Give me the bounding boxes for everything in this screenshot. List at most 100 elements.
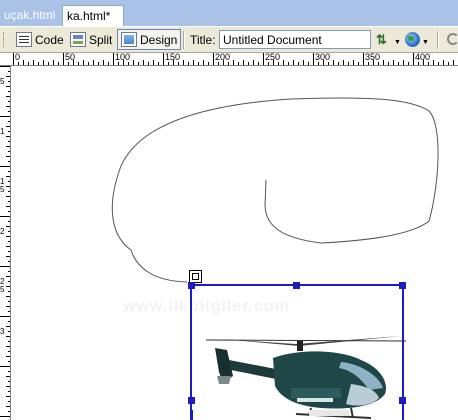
- design-canvas[interactable]: www.ilkbilgiler.com: [11, 66, 458, 420]
- ruler-tick: [288, 62, 289, 65]
- ruler-tick: [228, 62, 229, 65]
- resize-handle-top-left[interactable]: [188, 282, 195, 289]
- ruler-tick: [8, 91, 10, 92]
- ruler-tick: [8, 221, 10, 222]
- code-view-icon: [16, 32, 32, 47]
- ruler-tick: [438, 62, 439, 65]
- ruler-label: 0: [15, 53, 21, 62]
- ruler-tick: [8, 391, 10, 392]
- ruler-tick: [333, 60, 334, 65]
- ruler-tick: [6, 136, 10, 137]
- ruler-tick: [0, 66, 10, 67]
- ruler-tick: [58, 62, 59, 65]
- ruler-tick: [253, 60, 254, 65]
- ruler-tick: [143, 60, 144, 65]
- ruler-label: 5: [0, 77, 5, 86]
- code-view-label: Code: [35, 32, 64, 47]
- ruler-tick: [6, 236, 10, 237]
- ruler-tick: [403, 60, 404, 65]
- ruler-tick: [63, 53, 64, 65]
- ruler-tick: [0, 266, 10, 267]
- ruler-tick: [8, 151, 10, 152]
- design-view-button[interactable]: Design: [117, 29, 182, 50]
- ruler-tick: [6, 176, 10, 177]
- ruler-tick: [263, 53, 264, 65]
- document-title-input[interactable]: [219, 30, 371, 49]
- split-view-button[interactable]: Split: [66, 29, 116, 50]
- ruler-tick: [138, 62, 139, 65]
- ruler-tick: [108, 62, 109, 65]
- ruler-tick: [183, 60, 184, 65]
- ruler-label: 250: [265, 53, 281, 62]
- ruler-tick: [8, 271, 10, 272]
- ruler-tick: [278, 62, 279, 65]
- ruler-tick: [43, 60, 44, 65]
- ruler-tick: [258, 62, 259, 65]
- ruler-tick: [68, 62, 69, 65]
- vertical-ruler: 5 1 1 5 2 2 5 3: [0, 66, 11, 420]
- code-view-button[interactable]: Code: [12, 29, 68, 50]
- ruler-label: 100: [115, 53, 131, 62]
- ruler-tick: [8, 211, 10, 212]
- ruler-label: 2: [0, 227, 5, 236]
- split-view-label: Split: [89, 32, 113, 47]
- ruler-tick: [413, 53, 414, 65]
- ruler-tick: [393, 60, 394, 65]
- ruler-tick: [418, 62, 419, 65]
- ruler-tick: [53, 60, 54, 65]
- ruler-tick: [6, 386, 10, 387]
- ruler-tick: [398, 62, 399, 65]
- file-management-icon[interactable]: ⇅: [376, 31, 387, 49]
- ruler-tick: [33, 60, 34, 65]
- ruler-label: 300: [315, 53, 331, 62]
- ruler-tick: [6, 376, 10, 377]
- ruler-tick: [0, 366, 10, 367]
- ruler-tick: [328, 62, 329, 65]
- resize-handle-top-right[interactable]: [399, 282, 406, 289]
- ruler-tick: [13, 53, 14, 65]
- ruler-tick: [6, 336, 10, 337]
- chevron-down-icon[interactable]: ▼: [394, 39, 401, 46]
- ruler-tick: [8, 261, 10, 262]
- tab-ka-html[interactable]: ka.html*: [62, 5, 124, 27]
- ruler-tick: [443, 60, 444, 65]
- ruler-tick: [358, 62, 359, 65]
- ruler-tick: [23, 60, 24, 65]
- resize-handle-top[interactable]: [293, 282, 300, 289]
- ruler-tick: [8, 311, 10, 312]
- preview-in-browser-icon[interactable]: [405, 32, 420, 47]
- ruler-tick: [203, 60, 204, 65]
- ruler-tick: [6, 356, 10, 357]
- ruler-tick: [353, 60, 354, 65]
- toolbar-grip[interactable]: [3, 32, 6, 48]
- ruler-tick: [28, 62, 29, 65]
- ruler-tick: [6, 126, 10, 127]
- ruler-tick: [378, 62, 379, 65]
- document-tab-bar: uçak.html ka.html*: [0, 0, 458, 27]
- ruler-tick: [6, 326, 10, 327]
- ruler-tick: [248, 62, 249, 65]
- ruler-tick: [198, 62, 199, 65]
- ruler-tick: [6, 276, 10, 277]
- ruler-tick: [8, 301, 10, 302]
- ruler-tick: [6, 226, 10, 227]
- ruler-tick: [6, 196, 10, 197]
- ruler-tick: [6, 146, 10, 147]
- ruler-tick: [103, 60, 104, 65]
- ruler-tick: [118, 62, 119, 65]
- ruler-tick: [363, 53, 364, 65]
- ruler-tick: [348, 62, 349, 65]
- ruler-tick: [128, 62, 129, 65]
- refresh-icon[interactable]: [447, 33, 458, 45]
- ruler-tick: [8, 351, 10, 352]
- ruler-tick: [6, 86, 10, 87]
- ruler-tick: [6, 206, 10, 207]
- ruler-tick: [8, 241, 10, 242]
- resize-handle-left[interactable]: [188, 397, 195, 404]
- tab-ucak-html[interactable]: uçak.html: [0, 6, 59, 25]
- ruler-tick: [8, 161, 10, 162]
- ruler-tick: [8, 121, 10, 122]
- ruler-tick: [8, 411, 10, 412]
- chevron-down-icon[interactable]: ▼: [422, 39, 429, 46]
- ruler-label: 350: [365, 53, 381, 62]
